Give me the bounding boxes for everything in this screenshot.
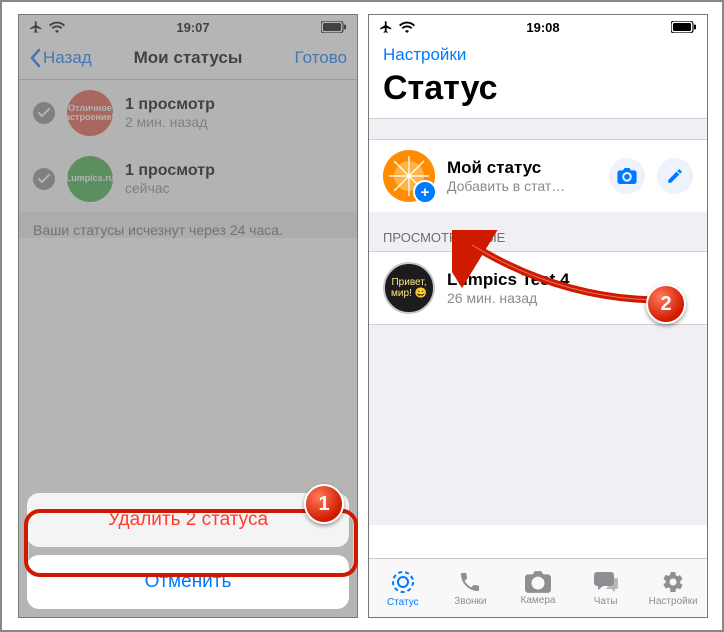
select-check-icon[interactable] [33,168,55,190]
tab-settings[interactable]: Настройки [639,559,707,617]
status-row-title: 1 просмотр [125,162,215,180]
status-bar: 19:08 [369,15,707,37]
tab-label: Настройки [649,596,698,607]
status-row[interactable]: Lumpics.ru 1 просмотр сейчас [19,146,357,212]
my-status-title: Мой статус [447,158,597,178]
chats-icon [593,570,619,594]
airplane-icon [379,20,393,34]
wifi-icon [399,21,415,33]
status-row-subtitle: сейчас [125,180,215,196]
callout-badge-2: 2 [646,284,686,324]
tab-chats[interactable]: Чаты [572,559,640,617]
status-row-subtitle: 2 мин. назад [125,114,215,130]
airplane-icon [29,20,43,34]
tab-label: Звонки [454,596,486,607]
phone-icon [458,570,482,594]
status-thumb: Отличное настроение!!! [67,90,113,136]
callout-badge-1: 1 [304,484,344,524]
chevron-left-icon [29,48,41,68]
page-title: Статус [369,65,707,118]
status-tab-icon [390,569,416,595]
wifi-icon [49,21,65,33]
camera-button[interactable] [609,158,645,194]
tab-label: Камера [521,595,556,606]
tab-label: Чаты [594,596,618,607]
tab-calls[interactable]: Звонки [437,559,505,617]
battery-icon [321,21,347,33]
status-row-title: 1 просмотр [125,96,215,114]
tab-status[interactable]: Статус [369,559,437,617]
pencil-icon [666,167,684,185]
status-time: 19:08 [526,20,559,35]
viewed-avatar: Привет, мир! 😀 [383,262,435,314]
nav-bar: Назад Мои статусы Готово [19,37,357,80]
plus-badge-icon: + [413,180,437,204]
my-status-subtitle: Добавить в стат… [447,178,597,194]
select-check-icon[interactable] [33,102,55,124]
settings-link[interactable]: Настройки [369,37,707,65]
gear-icon [661,570,685,594]
status-bar: 19:07 [19,15,357,37]
done-button[interactable]: Готово [269,48,347,68]
my-status-row[interactable]: + Мой статус Добавить в стат… [369,140,707,212]
status-thumb: Lumpics.ru [67,156,113,202]
back-label: Назад [43,48,92,68]
camera-icon [525,571,551,593]
tab-bar: Статус Звонки Камера Чаты Настройки [369,558,707,617]
status-row[interactable]: Отличное настроение!!! 1 просмотр 2 мин.… [19,80,357,146]
separator [369,118,707,140]
tab-camera[interactable]: Камера [504,559,572,617]
status-time: 19:07 [176,20,209,35]
highlight-delete [24,509,358,577]
camera-icon [617,168,637,184]
my-status-avatar: + [383,150,435,202]
nav-title: Мои статусы [134,48,243,68]
back-button[interactable]: Назад [29,48,107,68]
edit-button[interactable] [657,158,693,194]
battery-icon [671,21,697,33]
tab-label: Статус [387,597,419,608]
footer-note: Ваши статусы исчезнут через 24 часа. [19,212,357,238]
